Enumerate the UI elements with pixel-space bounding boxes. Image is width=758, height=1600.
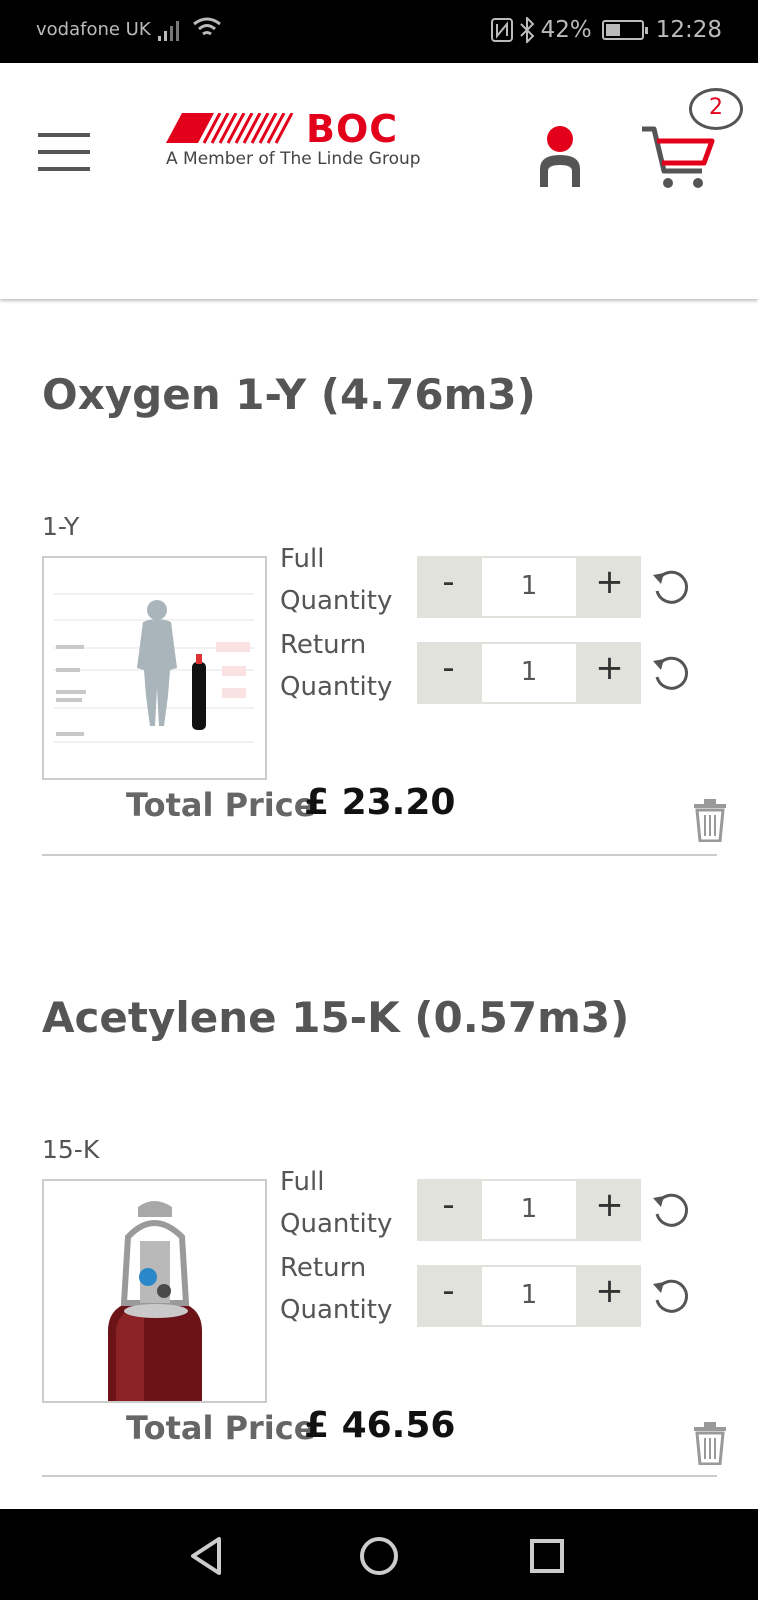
bluetooth-icon [519, 17, 534, 43]
total-price-label: Total Price [126, 1409, 316, 1447]
product-image [42, 1179, 267, 1403]
full-quantity-stepper: - 1 + [417, 1179, 641, 1241]
item-divider [42, 854, 717, 856]
status-bar: vodafone UK 42% 12:28 [0, 0, 758, 63]
return-quantity-decrement-button[interactable]: - [417, 642, 480, 704]
cart-count-badge[interactable]: 2 [689, 88, 743, 130]
return-quantity-stepper: - 1 + [417, 642, 641, 704]
return-quantity-stepper: - 1 + [417, 1265, 641, 1327]
return-quantity-decrement-button[interactable]: - [417, 1265, 480, 1327]
wifi-icon [193, 17, 221, 36]
home-icon[interactable] [354, 1531, 404, 1581]
recents-icon[interactable] [522, 1531, 572, 1581]
battery-icon [601, 20, 648, 40]
item-divider [42, 1475, 717, 1477]
full-quantity-input[interactable]: 1 [480, 556, 578, 618]
logo-stripes [166, 113, 294, 144]
full-quantity-stepper: - 1 + [417, 556, 641, 618]
back-icon[interactable] [185, 1531, 235, 1581]
menu-icon[interactable] [38, 133, 90, 171]
nfc-icon [490, 18, 513, 42]
full-quantity-decrement-button[interactable]: - [417, 556, 480, 618]
product-title: Acetylene 15-K (0.57m3) [42, 993, 630, 1042]
product-code: 1-Y [42, 512, 80, 541]
trash-icon[interactable] [692, 798, 728, 842]
battery-fill [605, 24, 620, 36]
reset-return-quantity-icon[interactable] [650, 1276, 690, 1316]
cart-icon[interactable] [640, 123, 716, 193]
product-image [42, 556, 267, 780]
reset-return-quantity-icon[interactable] [650, 653, 690, 693]
return-quantity-label: Return Quantity [280, 630, 393, 702]
boc-logo[interactable]: BOC A Member of The Linde Group [166, 107, 421, 173]
system-nav-bar [0, 1509, 758, 1600]
reset-full-quantity-icon[interactable] [650, 1190, 690, 1230]
total-price-label: Total Price [126, 786, 316, 824]
return-quantity-label: Return Quantity [280, 1253, 393, 1325]
return-quantity-input[interactable]: 1 [480, 1265, 578, 1327]
full-quantity-increment-button[interactable]: + [578, 1179, 641, 1241]
user-icon[interactable] [536, 125, 584, 189]
return-quantity-increment-button[interactable]: + [578, 1265, 641, 1327]
logo-tagline: A Member of The Linde Group [166, 149, 421, 169]
cart-item: Acetylene 15-K (0.57m3) 15-K Full Quanti… [42, 993, 726, 1483]
clock: 12:28 [655, 17, 722, 43]
full-quantity-label: Full Quantity [280, 544, 393, 616]
total-price-value: £ 23.20 [304, 782, 456, 823]
trash-icon[interactable] [692, 1421, 728, 1465]
full-quantity-increment-button[interactable]: + [578, 556, 641, 618]
carrier-label: vodafone UK [36, 19, 151, 40]
acetylene-cylinder-photo [108, 1201, 202, 1401]
signal-icon [158, 21, 179, 41]
reset-full-quantity-icon[interactable] [650, 567, 690, 607]
battery-percent: 42% [540, 17, 592, 43]
status-right: 42% 12:28 [490, 17, 722, 43]
return-quantity-increment-button[interactable]: + [578, 642, 641, 704]
logo-wordmark: BOC [306, 107, 399, 151]
full-quantity-decrement-button[interactable]: - [417, 1179, 480, 1241]
cylinder-size-chart [54, 593, 254, 743]
total-price-value: £ 46.56 [304, 1405, 456, 1446]
product-code: 15-K [42, 1135, 100, 1164]
full-quantity-input[interactable]: 1 [480, 1179, 578, 1241]
return-quantity-input[interactable]: 1 [480, 642, 578, 704]
site-header: BOC A Member of The Linde Group 2 [0, 63, 758, 299]
product-title: Oxygen 1-Y (4.76m3) [42, 370, 536, 419]
cart-item: Oxygen 1-Y (4.76m3) 1-Y Full Quantity - … [42, 370, 726, 860]
full-quantity-label: Full Quantity [280, 1167, 393, 1239]
